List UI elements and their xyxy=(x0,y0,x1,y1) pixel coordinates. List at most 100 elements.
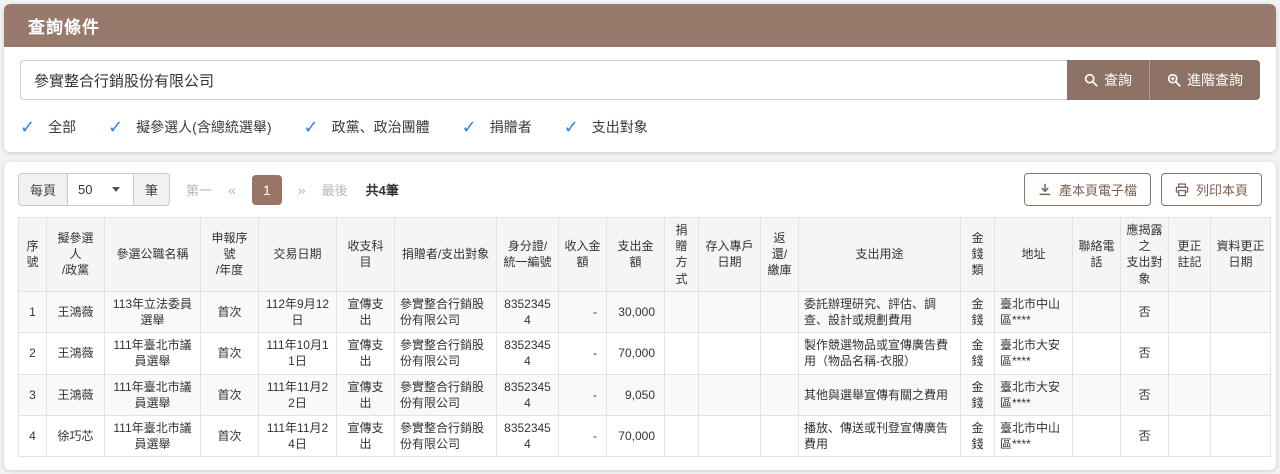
table-cell: 1 xyxy=(18,290,47,334)
results-toolbar: 每頁 50 筆 第一 « 1 » 最後 共4筆 產本頁電子檔 列印本頁 xyxy=(4,162,1276,215)
advanced-search-button-label: 進階查詢 xyxy=(1187,72,1243,88)
table-cell xyxy=(664,414,699,458)
table-cell: 委託辦理研究、評估、調查、設計或規劃費用 xyxy=(798,290,961,334)
prev-page-link[interactable]: « xyxy=(228,182,236,198)
table-cell: 111年臺北市議員選舉 xyxy=(104,373,201,416)
column-header: 支出金額 xyxy=(606,217,665,292)
table-cell: 金錢 xyxy=(960,290,995,334)
table-cell: 111年臺北市議員選舉 xyxy=(104,414,201,458)
table-cell: 宣傳支出 xyxy=(336,332,395,375)
table-cell: 3 xyxy=(18,373,47,416)
table-cell: 播放、傳送或刊登宣傳廣告費用 xyxy=(798,414,961,458)
export-page-button-label: 產本頁電子檔 xyxy=(1058,183,1137,198)
print-page-button[interactable]: 列印本頁 xyxy=(1160,173,1262,206)
table-cell: 臺北市大安區**** xyxy=(994,332,1073,375)
results-table: 序 號擬參選人 /政黨 參選公職名稱 申報序號 /年度 交易日期 收支科目 捐贈者/支出對… xyxy=(18,217,1271,458)
filter-option[interactable]: ✓ 擬參選人(含總統選舉) xyxy=(108,117,271,137)
search-input[interactable] xyxy=(20,60,1067,100)
filter-option-label: 支出對象 xyxy=(591,119,648,135)
search-button-group: 查詢 進階查詢 xyxy=(1067,60,1260,100)
column-header: 支出用途 xyxy=(798,217,961,292)
table-cell: 83523454 xyxy=(496,290,559,334)
table-cell: 111年11月22日 xyxy=(258,373,337,416)
table-cell: 宣傳支出 xyxy=(336,373,395,416)
table-cell xyxy=(1072,414,1121,458)
search-row: 查詢 進階查詢 xyxy=(4,47,1276,108)
zoom-in-search-icon xyxy=(1167,73,1181,87)
table-cell xyxy=(1168,414,1211,458)
per-page-label: 每頁 xyxy=(18,173,69,206)
last-page-link[interactable]: 最後 xyxy=(322,180,348,199)
table-row: 3 王鴻薇 111年臺北市議員選舉 首次 111年11月22日 宣傳支出 參實整合行銷股份有… xyxy=(18,373,1271,416)
table-cell: 參實整合行銷股份有限公司 xyxy=(394,373,497,416)
pagination: 第一 « 1 » 最後 共4筆 xyxy=(186,174,399,205)
column-header: 身分證/ 統一編號 xyxy=(496,217,559,292)
table-cell xyxy=(1210,332,1271,375)
table-cell xyxy=(1168,290,1211,334)
table-cell: 宣傳支出 xyxy=(336,290,395,334)
search-button[interactable]: 查詢 xyxy=(1067,60,1149,100)
table-cell: 金錢 xyxy=(960,414,995,458)
toolbar-actions: 產本頁電子檔 列印本頁 xyxy=(1023,173,1262,206)
table-cell: 否 xyxy=(1120,332,1169,375)
filter-option[interactable]: ✓ 全部 xyxy=(20,117,76,137)
current-page-button[interactable]: 1 xyxy=(251,174,282,205)
table-cell xyxy=(664,373,699,416)
column-header: 更正註記 xyxy=(1168,217,1211,292)
table-cell: - xyxy=(558,332,607,375)
filter-option[interactable]: ✓ 捐贈者 xyxy=(462,117,532,137)
export-page-button[interactable]: 產本頁電子檔 xyxy=(1023,173,1151,206)
per-page-unit-label: 筆 xyxy=(134,173,171,206)
table-cell xyxy=(1168,373,1211,416)
table-cell: 臺北市中山區**** xyxy=(994,290,1073,334)
table-cell: 參實整合行銷股份有限公司 xyxy=(394,332,497,375)
table-cell xyxy=(760,414,799,458)
filter-option-label: 全部 xyxy=(48,119,77,135)
table-cell: 臺北市大安區**** xyxy=(994,373,1073,416)
results-panel: 每頁 50 筆 第一 « 1 » 最後 共4筆 產本頁電子檔 列印本頁 序 號 … xyxy=(4,162,1276,471)
filter-row: ✓ 全部 ✓ 擬參選人(含總統選舉) ✓ 政黨、政治團體 ✓ 捐贈者 ✓ 支出對象 xyxy=(4,108,1276,152)
table-cell xyxy=(698,332,761,375)
per-page-group: 每頁 50 筆 xyxy=(18,173,171,206)
filter-option[interactable]: ✓ 政黨、政治團體 xyxy=(304,117,430,137)
table-cell: 9,050 xyxy=(606,373,665,416)
table-cell: 其他與選舉宣傳有關之費用 xyxy=(798,373,961,416)
table-cell: 金錢 xyxy=(960,332,995,375)
table-cell: 否 xyxy=(1120,290,1169,334)
print-page-button-label: 列印本頁 xyxy=(1195,183,1248,198)
table-cell: 首次 xyxy=(200,290,259,334)
per-page-select[interactable]: 50 xyxy=(68,173,135,206)
table-cell: 首次 xyxy=(200,373,259,416)
table-cell: - xyxy=(558,414,607,458)
column-header: 捐贈者/支出對象 xyxy=(394,217,497,292)
column-header: 收支科目 xyxy=(336,217,395,292)
table-cell xyxy=(1072,332,1121,375)
column-header: 申報序號 /年度 xyxy=(200,217,259,292)
column-header: 資料更正日期 xyxy=(1210,217,1271,292)
advanced-search-button[interactable]: 進階查詢 xyxy=(1149,60,1260,100)
table-cell: 111年11月24日 xyxy=(258,414,337,458)
table-cell: 2 xyxy=(18,332,47,375)
table-cell xyxy=(760,332,799,375)
filter-option[interactable]: ✓ 支出對象 xyxy=(564,117,648,137)
first-page-link[interactable]: 第一 xyxy=(186,180,212,199)
table-header-row: 序 號擬參選人 /政黨 參選公職名稱 申報序號 /年度 交易日期 收支科目 捐贈者/支出對… xyxy=(18,217,1271,292)
table-cell: 王鴻薇 xyxy=(46,373,105,416)
check-icon: ✓ xyxy=(461,117,477,137)
column-header: 交易日期 xyxy=(258,217,337,292)
table-cell: - xyxy=(558,373,607,416)
next-page-link[interactable]: » xyxy=(298,182,306,198)
table-cell xyxy=(1168,332,1211,375)
table-cell: 83523454 xyxy=(496,373,559,416)
column-header: 序 號 xyxy=(18,217,47,292)
column-header: 聯絡電話 xyxy=(1072,217,1121,292)
table-cell: 金錢 xyxy=(960,373,995,416)
table-cell: 否 xyxy=(1120,373,1169,416)
table-cell: - xyxy=(558,290,607,334)
table-cell: 111年10月11日 xyxy=(258,332,337,375)
filter-option-label: 擬參選人(含總統選舉) xyxy=(136,119,272,135)
table-cell: 83523454 xyxy=(496,414,559,458)
filter-option-label: 捐贈者 xyxy=(489,119,532,135)
table-cell: 參實整合行銷股份有限公司 xyxy=(394,414,497,458)
total-count: 共4筆 xyxy=(365,183,399,198)
